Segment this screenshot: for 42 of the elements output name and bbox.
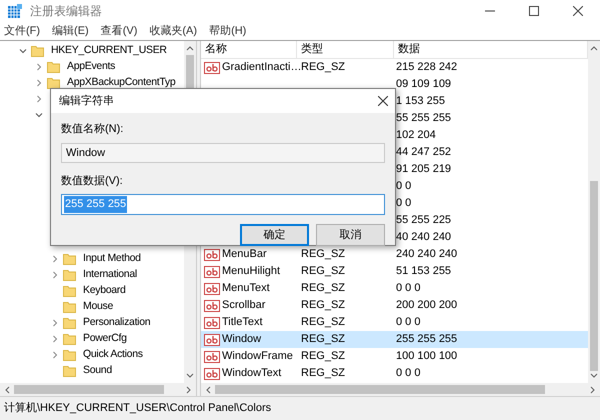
value-type: REG_SZ (301, 316, 346, 328)
value-data: 0 0 0 (396, 316, 420, 328)
field-label: 数值名称(N): (61, 122, 124, 137)
value-type: REG_SZ (301, 282, 346, 294)
value-data: 44 247 252 (396, 146, 452, 158)
value-data: 102 204 (396, 129, 436, 142)
value-data: 215 228 242 (396, 61, 458, 74)
value-name: Scrollbar (222, 298, 266, 314)
status-path: 计算机\HKEY_CURRENT_USER\Control Panel\Colors (4, 401, 272, 416)
value-data: 1 153 255 (396, 95, 445, 108)
value-data: 55 255 225 (396, 214, 452, 226)
value-data: 100 100 100 (396, 350, 458, 362)
window-title: 注册表编辑器 (30, 3, 102, 20)
value-type: REG_SZ (301, 299, 346, 312)
value-data: 0 0 0 (396, 282, 420, 294)
value-data: 40 240 240 (396, 231, 452, 244)
value-data: 0 0 0 (396, 367, 420, 380)
value-name: WindowText (222, 366, 282, 382)
value-type: REG_SZ (301, 265, 346, 278)
value-data: 91 205 219 (396, 163, 452, 176)
value-data: 09 109 109 (396, 78, 452, 90)
value-type: REG_SZ (301, 350, 346, 362)
value-name: GradientInacti… (222, 60, 302, 76)
value-data: 0 0 (396, 180, 412, 192)
value-name: MenuBar (222, 247, 267, 262)
value-type: REG_SZ (301, 61, 346, 74)
value-type: REG_SZ (301, 248, 346, 260)
value-type: REG_SZ (301, 367, 346, 380)
dialog-title: 编辑字符串 (59, 94, 114, 109)
value-data: 51 153 255 (396, 265, 452, 278)
value-data: 55 255 255 (396, 112, 452, 124)
value-data: 0 0 (396, 197, 412, 210)
value-data: 200 200 200 (396, 299, 458, 312)
value-type: REG_SZ (301, 333, 346, 346)
field-label: 数值数据(V): (61, 174, 124, 188)
value-name: Window (222, 332, 262, 348)
value-name: MenuText (222, 281, 270, 296)
value-name: MenuHilight (222, 264, 280, 280)
value-name: TitleText (222, 315, 263, 330)
value-data: 240 240 240 (396, 248, 458, 260)
value-data: 255 255 255 (396, 333, 458, 346)
value-name: WindowFrame (222, 349, 293, 364)
